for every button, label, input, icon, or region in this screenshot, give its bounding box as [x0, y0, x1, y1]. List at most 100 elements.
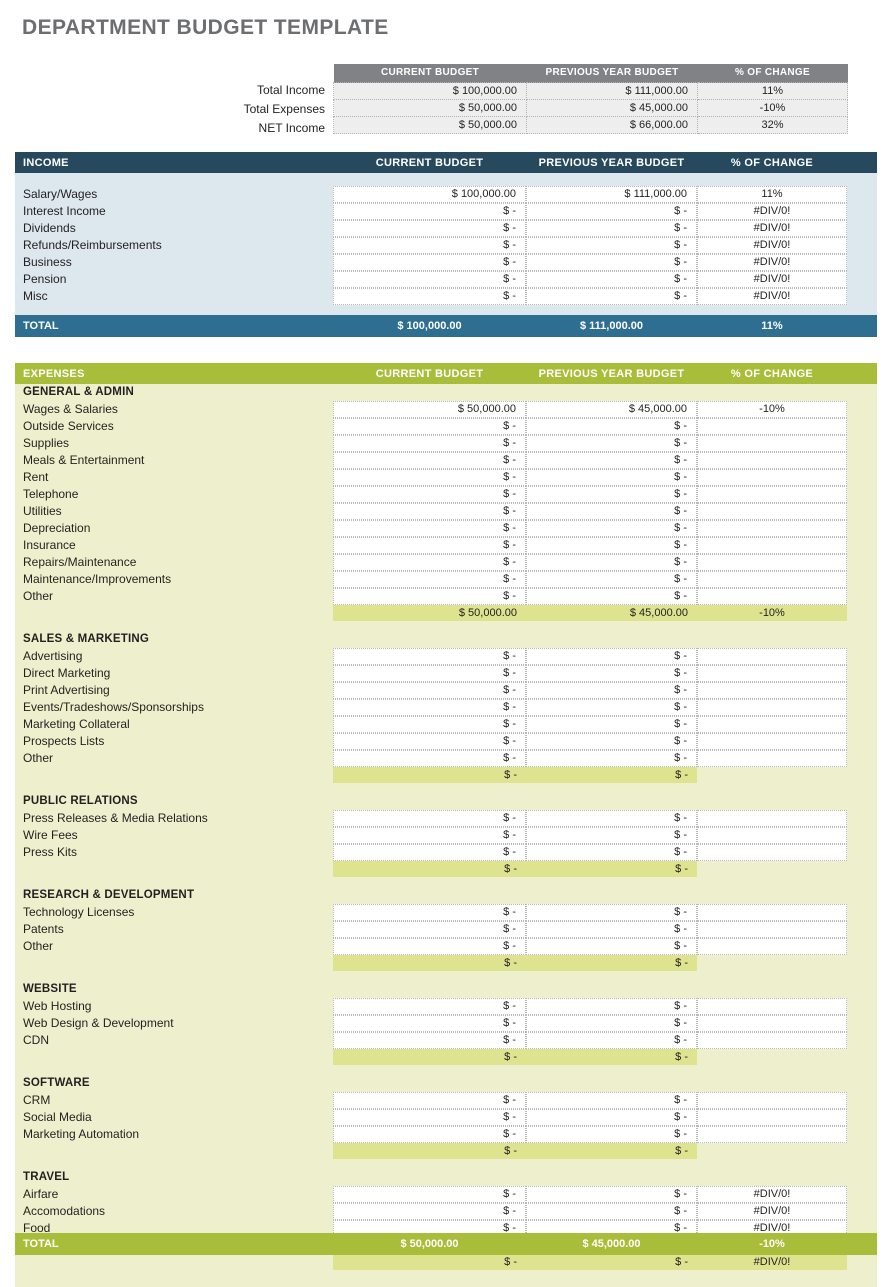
cell-prev[interactable]: $ - [526, 435, 697, 452]
row-label: Social Media [23, 1110, 92, 1124]
summary-cell-current[interactable]: $ 50,000.00 [333, 116, 527, 134]
cell-cur[interactable]: $ - [333, 271, 526, 288]
cell-cur[interactable]: $ - [333, 254, 526, 271]
cell-prev[interactable]: $ - [526, 1126, 697, 1143]
summary-cell-current[interactable]: $ 50,000.00 [333, 99, 527, 117]
cell-cur[interactable]: $ - [333, 844, 526, 861]
cell-prev[interactable]: $ - [526, 203, 697, 220]
expense-group: RESEARCH & DEVELOPMENT Technology License… [15, 887, 877, 981]
cell-cur[interactable]: $ - [333, 750, 526, 767]
cell-prev[interactable]: $ - [526, 750, 697, 767]
cell-cur[interactable]: $ 50,000.00 [333, 401, 526, 418]
cell-cur[interactable]: $ - [333, 810, 526, 827]
cell-prev[interactable]: $ 111,000.00 [526, 186, 697, 203]
table-row: Outside Services $ - $ - [15, 418, 877, 435]
cell-cur[interactable]: $ - [333, 1015, 526, 1032]
cell-prev[interactable]: $ - [526, 537, 697, 554]
cell-cur[interactable]: $ - [333, 452, 526, 469]
cell-prev[interactable]: $ - [526, 716, 697, 733]
cell-cur[interactable]: $ - [333, 648, 526, 665]
cell-cur[interactable]: $ - [333, 733, 526, 750]
cell-prev[interactable]: $ - [526, 220, 697, 237]
cell-prev[interactable]: $ - [526, 554, 697, 571]
cell-cur[interactable]: $ - [333, 288, 526, 305]
summary-cell-previous[interactable]: $ 45,000.00 [526, 99, 698, 117]
cell-prev[interactable]: $ - [526, 486, 697, 503]
cell-prev[interactable]: $ - [526, 418, 697, 435]
cell-prev[interactable]: $ - [526, 938, 697, 955]
cell-prev[interactable]: $ - [526, 844, 697, 861]
cell-cur[interactable]: $ 100,000.00 [333, 186, 526, 203]
cell-prev[interactable]: $ 45,000.00 [526, 401, 697, 418]
cell-cur[interactable]: $ - [333, 537, 526, 554]
cell-cur[interactable]: $ - [333, 1092, 526, 1109]
cell-cur[interactable]: $ - [333, 1126, 526, 1143]
expenses-col-current: CURRENT BUDGET [375, 367, 484, 380]
summary-cell-previous[interactable]: $ 111,000.00 [526, 82, 698, 100]
cell-prev[interactable]: $ - [526, 827, 697, 844]
cell-cur[interactable]: $ - [333, 699, 526, 716]
cell-prev[interactable]: $ - [526, 648, 697, 665]
cell-prev[interactable]: $ - [526, 1092, 697, 1109]
cell-prev[interactable]: $ - [526, 588, 697, 605]
cell-prev[interactable]: $ - [526, 520, 697, 537]
cell-cur[interactable]: $ - [333, 1109, 526, 1126]
cell-cur[interactable]: $ - [333, 469, 526, 486]
cell-cur[interactable]: $ - [333, 203, 526, 220]
cell-cur[interactable]: $ - [333, 520, 526, 537]
table-row: Telephone $ - $ - [15, 486, 877, 503]
cell-prev[interactable]: $ - [526, 733, 697, 750]
cell-cur[interactable]: $ - [333, 418, 526, 435]
expense-group: GENERAL & ADMIN Wages & Salaries $ 50,000.… [15, 384, 877, 631]
summary-cell-previous[interactable]: $ 66,000.00 [526, 116, 698, 134]
expense-group-title: WEBSITE [23, 983, 77, 995]
cell-cur[interactable]: $ - [333, 716, 526, 733]
cell-cur[interactable]: $ - [333, 827, 526, 844]
cell-cur[interactable]: $ - [333, 921, 526, 938]
cell-cur[interactable]: $ - [333, 237, 526, 254]
cell-prev[interactable]: $ - [526, 998, 697, 1015]
cell-prev[interactable]: $ - [526, 1203, 697, 1220]
cell-prev[interactable]: $ - [526, 469, 697, 486]
cell-cur[interactable]: $ - [333, 1032, 526, 1049]
cell-prev[interactable]: $ - [526, 271, 697, 288]
table-row: Refunds/Reimbursements $ - $ - #DIV/0! [15, 237, 877, 254]
cell-cur[interactable]: $ - [333, 998, 526, 1015]
cell-prev[interactable]: $ - [526, 452, 697, 469]
cell-prev[interactable]: $ - [526, 682, 697, 699]
cell-prev[interactable]: $ - [526, 254, 697, 271]
cell-prev[interactable]: $ - [526, 699, 697, 716]
cell-prev[interactable]: $ - [526, 810, 697, 827]
row-label: Wages & Salaries [23, 402, 118, 416]
cell-pct: #DIV/0! [697, 220, 847, 237]
cell-prev[interactable]: $ - [526, 921, 697, 938]
cell-cur[interactable]: $ - [333, 554, 526, 571]
cell-cur[interactable]: $ - [333, 571, 526, 588]
cell-prev[interactable]: $ - [526, 1109, 697, 1126]
cell-cur[interactable]: $ - [333, 682, 526, 699]
cell-prev[interactable]: $ - [526, 1186, 697, 1203]
cell-cur[interactable]: $ - [333, 220, 526, 237]
row-label: Utilities [23, 504, 62, 518]
cell-cur[interactable]: $ - [333, 904, 526, 921]
cell-cur[interactable]: $ - [333, 588, 526, 605]
cell-cur[interactable]: $ - [333, 503, 526, 520]
cell-cur[interactable]: $ - [333, 435, 526, 452]
cell-prev[interactable]: $ - [526, 1032, 697, 1049]
cell-prev[interactable]: $ - [526, 503, 697, 520]
cell-prev[interactable]: $ - [526, 904, 697, 921]
cell-prev[interactable]: $ - [526, 571, 697, 588]
cell-cur[interactable]: $ - [333, 1186, 526, 1203]
cell-cur[interactable]: $ - [333, 665, 526, 682]
table-row: Salary/Wages $ 100,000.00 $ 111,000.00 11% [15, 186, 877, 203]
cell-prev[interactable]: $ - [526, 237, 697, 254]
expenses-total-change: -10% [759, 1238, 785, 1250]
summary-cell-current[interactable]: $ 100,000.00 [333, 82, 527, 100]
cell-prev[interactable]: $ - [526, 288, 697, 305]
cell-cur[interactable]: $ - [333, 486, 526, 503]
cell-prev[interactable]: $ - [526, 665, 697, 682]
cell-prev[interactable]: $ - [526, 1015, 697, 1032]
cell-cur[interactable]: $ - [333, 1203, 526, 1220]
cell-cur[interactable]: $ - [333, 938, 526, 955]
income-col-change: % OF CHANGE [730, 156, 814, 169]
